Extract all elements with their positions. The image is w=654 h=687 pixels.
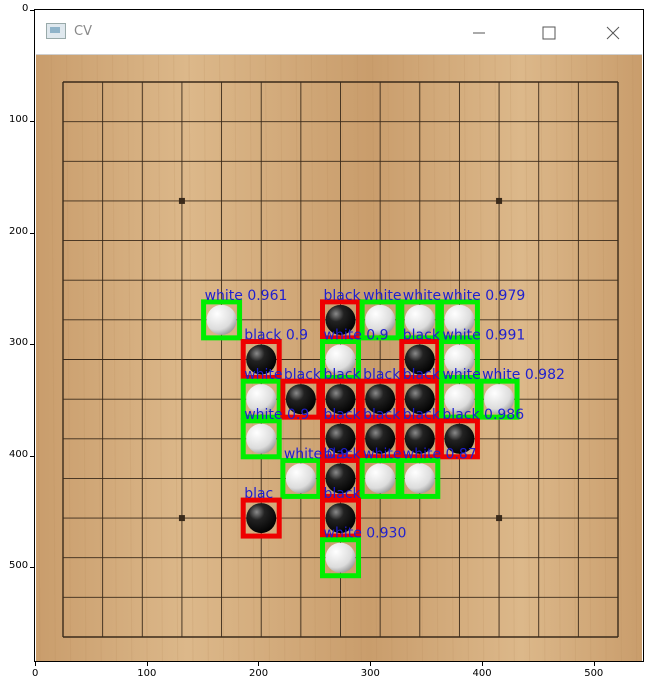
y-tick-label: 0 [22,3,29,14]
detection-label: black [403,407,441,423]
detection-label: white 0.979 [442,288,525,304]
title-bar: CV [36,11,642,55]
star-point [496,515,503,522]
y-tick-label: 500 [9,560,29,572]
detection-label: black [324,486,362,502]
detection-label: white 0.87 [403,446,477,462]
x-tick-label: 0 [32,668,39,679]
y-tick [30,10,34,11]
minimize-button[interactable] [456,11,502,54]
detection-label: black 0.9 [244,328,308,344]
detection-label: white 0.930 [324,526,407,542]
y-tick-label: 100 [9,114,29,126]
x-tick [146,662,148,666]
y-tick [30,455,34,457]
maximize-icon [542,26,556,39]
x-tick [370,662,372,666]
image-viewer-window: CV white 0.961 black white white white 0.979… [34,9,644,662]
x-tick [35,662,36,666]
y-tick [30,121,34,123]
close-icon [606,26,620,39]
detection-label: white [442,367,480,383]
white-stone [365,463,396,494]
detection-label: white 0.991 [442,328,525,344]
detection-label: black 0.986 [442,407,524,423]
y-tick-label: 300 [9,337,29,349]
detection-label: white [363,288,401,304]
x-tick [481,662,483,666]
detection-label: white 0.961 [205,288,288,304]
x-tick [593,662,595,666]
x-tick-label: 400 [472,668,492,679]
white-stone [325,542,356,573]
maximize-button[interactable] [526,11,572,54]
detection-label: white [244,367,282,383]
x-tick-label: 100 [137,668,157,679]
x-tick [258,662,260,666]
star-point [178,197,185,204]
x-tick-label: 500 [584,668,604,679]
white-stone [206,304,237,335]
detection-label: white 0.982 [482,367,565,383]
white-stone [404,463,435,494]
detection-label: black [324,288,362,304]
star-point [178,515,185,522]
y-tick-label: 200 [9,225,29,237]
y-tick [30,567,34,569]
white-stone [285,463,316,494]
x-tick-label: 300 [360,668,380,679]
detection-label: black [284,367,322,383]
black-stone [246,503,277,534]
window-title: CV [74,24,92,39]
close-button[interactable] [590,11,636,54]
star-point [496,197,503,204]
detection-label: blac [244,486,273,502]
go-board-image: white 0.961 black white white white 0.979bla… [36,55,642,661]
detection-label: black [324,367,362,383]
app-icon [46,23,66,39]
x-tick-label: 200 [248,668,269,679]
detection-label: black [324,446,362,462]
detection-label: white 0.9 [324,328,389,344]
detection-label: white 0.9 [244,407,309,423]
white-stone [246,423,277,454]
detection-label: white [363,446,401,462]
detection-label: black [403,367,441,383]
y-tick-label: 400 [9,448,29,460]
minimize-icon [473,32,485,33]
detection-label: black [403,328,441,344]
detection-label: black [363,367,401,383]
y-tick [30,232,34,234]
detection-label: white [403,288,441,304]
y-tick [30,344,34,346]
detection-label: black [324,407,362,423]
detection-label: black [363,407,401,423]
